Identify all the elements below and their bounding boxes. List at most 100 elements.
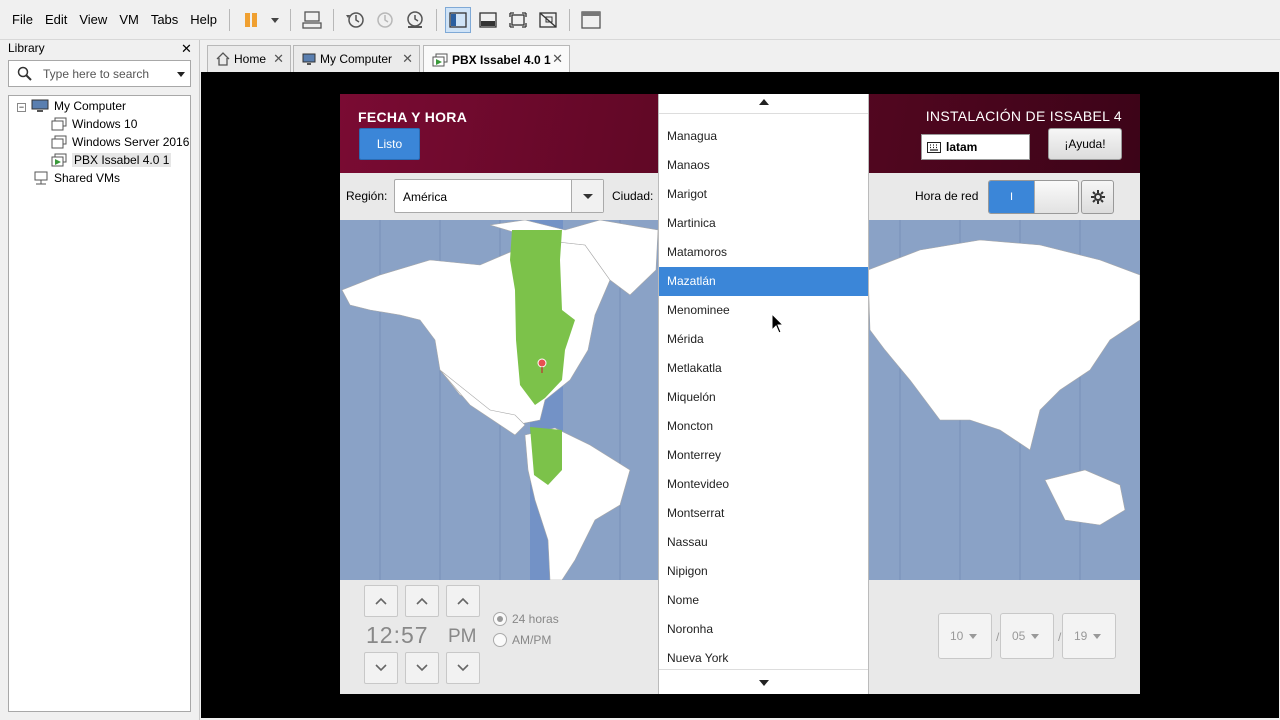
- city-option[interactable]: Mérida: [659, 325, 868, 354]
- toolbar-separator: [436, 8, 438, 31]
- thumbnail-bar-icon[interactable]: [475, 7, 501, 33]
- tree-item-pbx-issabel[interactable]: PBX Issabel 4.0 1: [51, 151, 172, 169]
- city-option[interactable]: Nassau: [659, 528, 868, 557]
- ampm-up-button[interactable]: [446, 585, 480, 617]
- chevron-down-icon: [375, 664, 387, 672]
- ntp-settings-button[interactable]: [1081, 180, 1114, 214]
- tree-label: My Computer: [54, 99, 127, 113]
- ampm-down-button[interactable]: [446, 652, 480, 684]
- snapshot-take-icon[interactable]: [342, 7, 368, 33]
- collapse-icon[interactable]: −: [17, 103, 26, 112]
- tree-label: Shared VMs: [54, 171, 121, 185]
- time-ampm: PM: [448, 626, 477, 647]
- hour-down-button[interactable]: [364, 652, 398, 684]
- keyboard-layout-label: latam: [946, 140, 978, 154]
- city-option[interactable]: Miquelón: [659, 383, 868, 412]
- city-option[interactable]: Monterrey: [659, 441, 868, 470]
- scroll-up-arrow[interactable]: [659, 94, 868, 114]
- library-search[interactable]: [8, 60, 191, 87]
- month-value: 05: [1012, 629, 1026, 643]
- city-option[interactable]: Montserrat: [659, 499, 868, 528]
- city-option[interactable]: Matamoros: [659, 238, 868, 267]
- city-option[interactable]: Managua: [659, 122, 868, 151]
- mouse-cursor-icon: [771, 313, 785, 334]
- chevron-down-icon[interactable]: [571, 180, 603, 212]
- keyboard-icon: [927, 141, 941, 153]
- vm-icon: [51, 135, 67, 149]
- city-option[interactable]: Noronha: [659, 615, 868, 644]
- scroll-down-arrow[interactable]: [659, 669, 868, 694]
- tab-pbx-issabel[interactable]: PBX Issabel 4.0 1 ✕: [423, 45, 570, 73]
- snapshot-manager-icon[interactable]: [402, 7, 428, 33]
- format-24h-radio[interactable]: 24 horas: [493, 612, 559, 626]
- tree-label: Windows Server 2016: [72, 135, 190, 149]
- dropdown-icon[interactable]: [268, 7, 282, 33]
- region-label: Región:: [346, 189, 388, 203]
- show-library-icon[interactable]: [445, 6, 472, 33]
- fullscreen-icon[interactable]: [505, 7, 531, 33]
- city-option[interactable]: Martinica: [659, 209, 868, 238]
- help-button[interactable]: ¡Ayuda!: [1048, 128, 1122, 160]
- tree-item-windows-10[interactable]: Windows 10: [51, 115, 137, 133]
- home-icon: [216, 52, 230, 66]
- send-ctrl-alt-del-icon[interactable]: [299, 7, 325, 33]
- month-select[interactable]: 05: [1000, 613, 1054, 659]
- tree-item-windows-server-2016[interactable]: Windows Server 2016: [51, 133, 189, 151]
- done-button[interactable]: Listo: [359, 128, 420, 160]
- unity-icon[interactable]: [535, 7, 561, 33]
- year-select[interactable]: 19: [1062, 613, 1116, 659]
- date-separator: /: [1058, 630, 1062, 644]
- tab-home[interactable]: Home ✕: [207, 45, 291, 72]
- vm-console[interactable]: FECHA Y HORA Listo INSTALACIÓN DE ISSABE…: [201, 72, 1279, 718]
- tree-item-my-computer[interactable]: My Computer: [31, 97, 126, 115]
- menu-view[interactable]: View: [73, 0, 113, 40]
- tab-my-computer[interactable]: My Computer ✕: [293, 45, 420, 72]
- hour-up-button[interactable]: [364, 585, 398, 617]
- city-option[interactable]: Nome: [659, 586, 868, 615]
- chevron-down-icon[interactable]: [177, 72, 185, 77]
- minute-down-button[interactable]: [405, 652, 439, 684]
- snapshot-revert-icon[interactable]: [372, 7, 398, 33]
- toggle-knob[interactable]: [1034, 181, 1078, 213]
- close-icon[interactable]: ✕: [273, 51, 284, 67]
- city-option[interactable]: Metlakatla: [659, 354, 868, 383]
- product-title: INSTALACIÓN DE ISSABEL 4: [925, 108, 1122, 124]
- city-option[interactable]: Montevideo: [659, 470, 868, 499]
- minute-up-button[interactable]: [405, 585, 439, 617]
- menu-edit[interactable]: Edit: [39, 0, 73, 40]
- city-option-selected[interactable]: Mazatlán: [659, 267, 868, 296]
- menu-tabs[interactable]: Tabs: [145, 0, 184, 40]
- pause-icon[interactable]: [238, 7, 264, 33]
- chevron-down-icon: [1031, 633, 1040, 639]
- toolbar-separator: [333, 8, 335, 31]
- keyboard-layout-indicator[interactable]: latam: [921, 134, 1030, 160]
- year-value: 19: [1074, 629, 1088, 643]
- city-option[interactable]: Manaos: [659, 151, 868, 180]
- computer-icon: [31, 99, 49, 113]
- network-time-toggle[interactable]: I: [988, 180, 1079, 214]
- region-select[interactable]: América: [394, 179, 604, 213]
- chevron-up-icon: [416, 597, 428, 605]
- time-hours: 12: [366, 622, 394, 648]
- search-input[interactable]: [43, 65, 171, 83]
- close-icon[interactable]: ✕: [181, 41, 192, 57]
- day-select[interactable]: 10: [938, 613, 992, 659]
- close-icon[interactable]: ✕: [552, 51, 563, 67]
- city-option[interactable]: Moncton: [659, 412, 868, 441]
- console-view-icon[interactable]: [578, 7, 604, 33]
- menu-file[interactable]: File: [6, 0, 39, 40]
- tab-label: PBX Issabel 4.0 1: [452, 52, 551, 67]
- chevron-down-icon: [1093, 633, 1102, 639]
- city-option[interactable]: Menominee: [659, 296, 868, 325]
- computer-icon: [302, 53, 316, 66]
- format-ampm-label: AM/PM: [512, 633, 552, 647]
- format-ampm-radio[interactable]: AM/PM: [493, 633, 551, 647]
- city-option[interactable]: Marigot: [659, 180, 868, 209]
- tree-item-shared-vms[interactable]: Shared VMs: [33, 169, 120, 187]
- city-dropdown[interactable]: Managua Manaos Marigot Martinica Matamor…: [658, 94, 869, 694]
- library-tree: − My Computer Windows 10 Windows Server …: [8, 95, 191, 712]
- close-icon[interactable]: ✕: [402, 51, 413, 67]
- city-option[interactable]: Nipigon: [659, 557, 868, 586]
- menu-vm[interactable]: VM: [113, 0, 145, 40]
- menu-help[interactable]: Help: [184, 0, 223, 40]
